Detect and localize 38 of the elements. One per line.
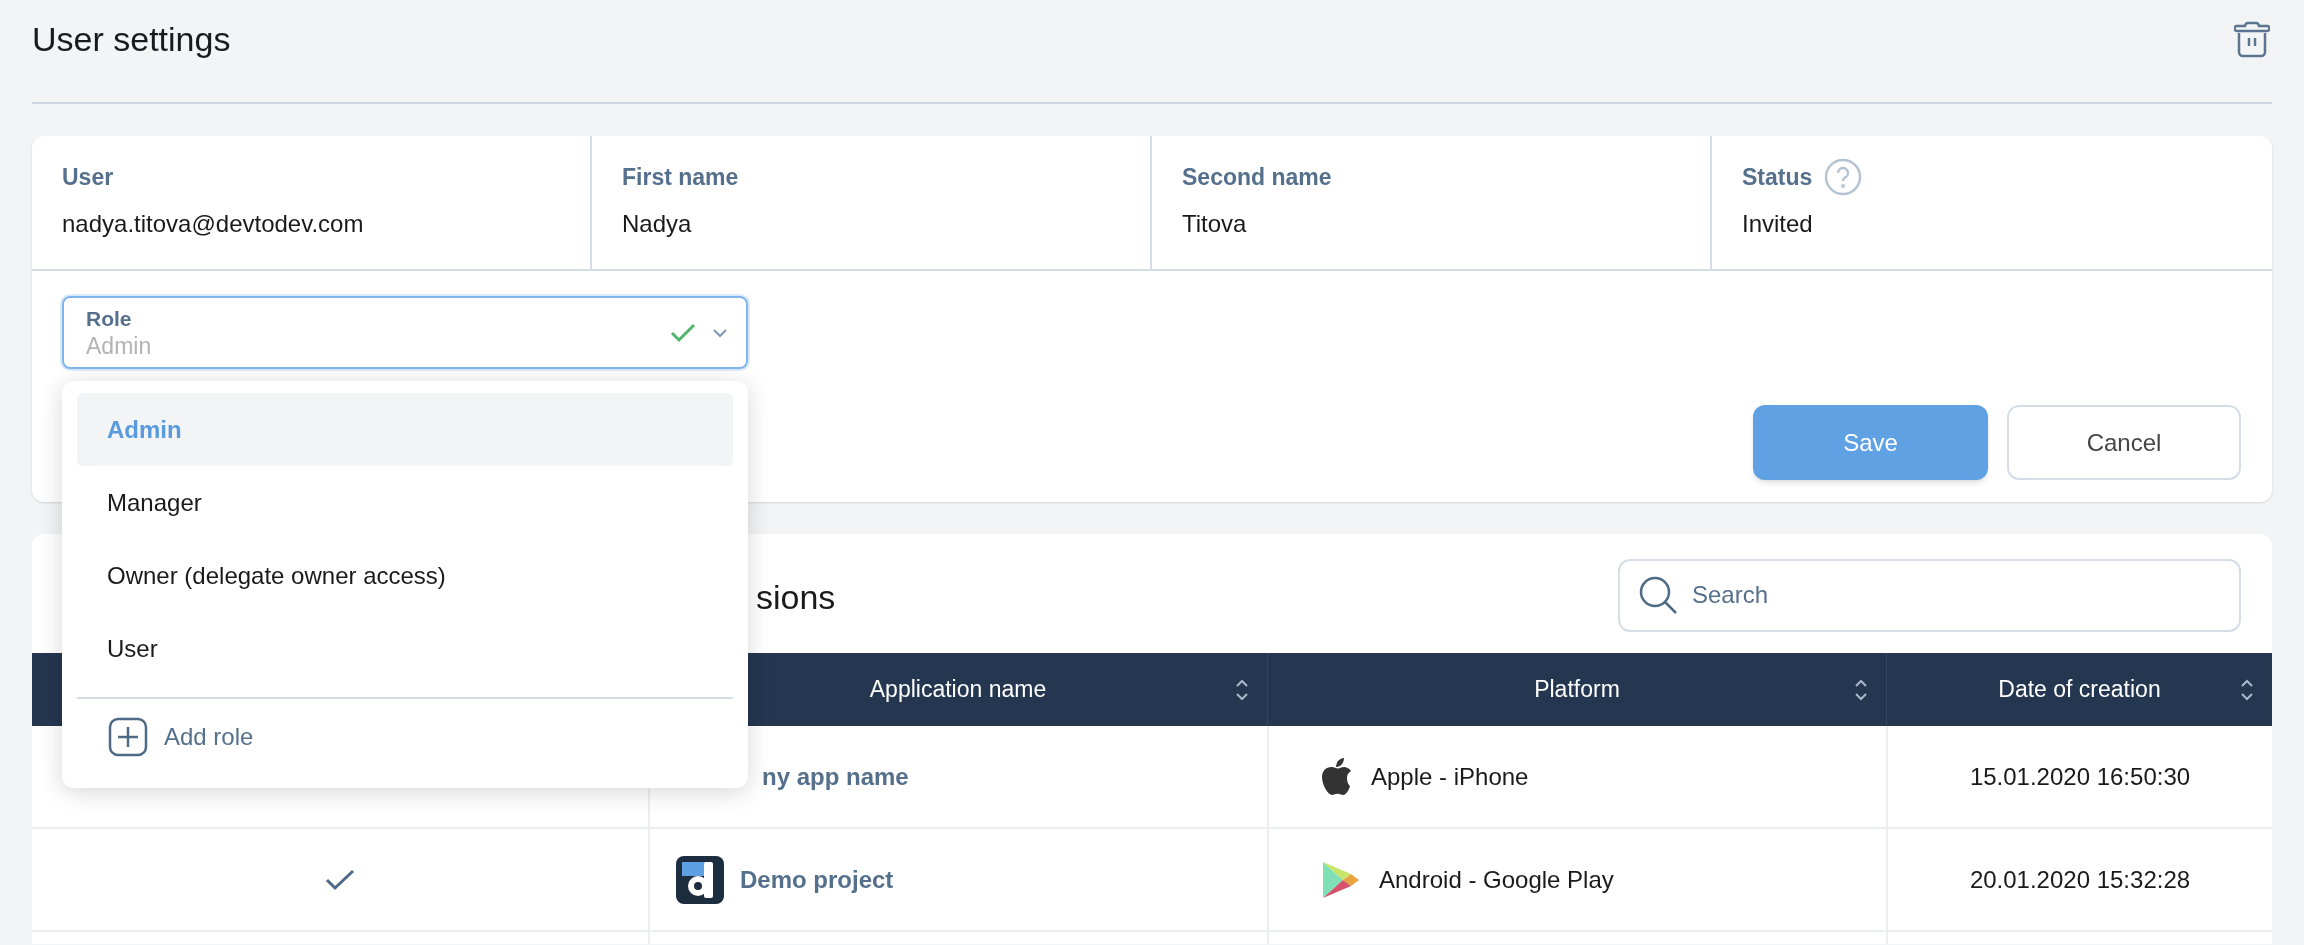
cancel-button[interactable]: Cancel bbox=[2007, 405, 2241, 480]
role-option[interactable]: User bbox=[77, 612, 733, 685]
app-name-link[interactable]: Demo project bbox=[740, 861, 894, 898]
field-value: Nadya bbox=[622, 209, 693, 239]
field-value: Titova bbox=[1182, 209, 1248, 239]
apple-icon bbox=[1321, 757, 1353, 796]
add-role-button[interactable]: Add role bbox=[62, 699, 254, 774]
role-option[interactable]: Manager bbox=[77, 466, 733, 539]
field-value: Invited bbox=[1742, 209, 1814, 239]
search-field[interactable]: Search bbox=[1618, 558, 2241, 632]
platform-name: Android - Google Play bbox=[1379, 864, 1614, 895]
sort-icon[interactable] bbox=[1235, 677, 1249, 702]
role-option[interactable]: Owner (delegate owner access) bbox=[77, 539, 733, 612]
field-value: nadya.titova@devtodev.com bbox=[62, 209, 365, 239]
field-label: Second name bbox=[1182, 162, 1332, 192]
search-icon bbox=[1638, 575, 1678, 615]
sort-icon[interactable] bbox=[2240, 677, 2254, 702]
column-header[interactable]: Date of creation bbox=[1998, 672, 2161, 707]
field-value: Admin bbox=[86, 331, 153, 360]
sort-icon[interactable] bbox=[1854, 677, 1868, 702]
search-input[interactable]: Search bbox=[1692, 577, 2239, 613]
plus-icon bbox=[108, 716, 148, 757]
column-header[interactable]: Platform bbox=[1534, 672, 1620, 707]
column-header[interactable]: Application name bbox=[869, 672, 1047, 707]
play-store-icon bbox=[1321, 859, 1361, 900]
section-title: sions bbox=[756, 577, 836, 618]
field-label: First name bbox=[622, 162, 739, 192]
app-name-link[interactable]: ny app name bbox=[762, 758, 909, 795]
field-label: Status bbox=[1742, 162, 1813, 192]
creation-date: 15.01.2020 16:50:30 bbox=[1969, 761, 2191, 792]
role-select[interactable]: Role Admin bbox=[62, 296, 748, 369]
chevron-down-icon[interactable] bbox=[712, 327, 728, 338]
field-label: Role bbox=[86, 305, 133, 332]
platform-name: Apple - iPhone bbox=[1371, 761, 1529, 792]
field-label: User bbox=[62, 162, 114, 192]
creation-date: 20.01.2020 15:32:28 bbox=[1969, 864, 2191, 895]
page-title: User settings bbox=[32, 18, 231, 60]
trash-icon[interactable] bbox=[2234, 19, 2270, 59]
